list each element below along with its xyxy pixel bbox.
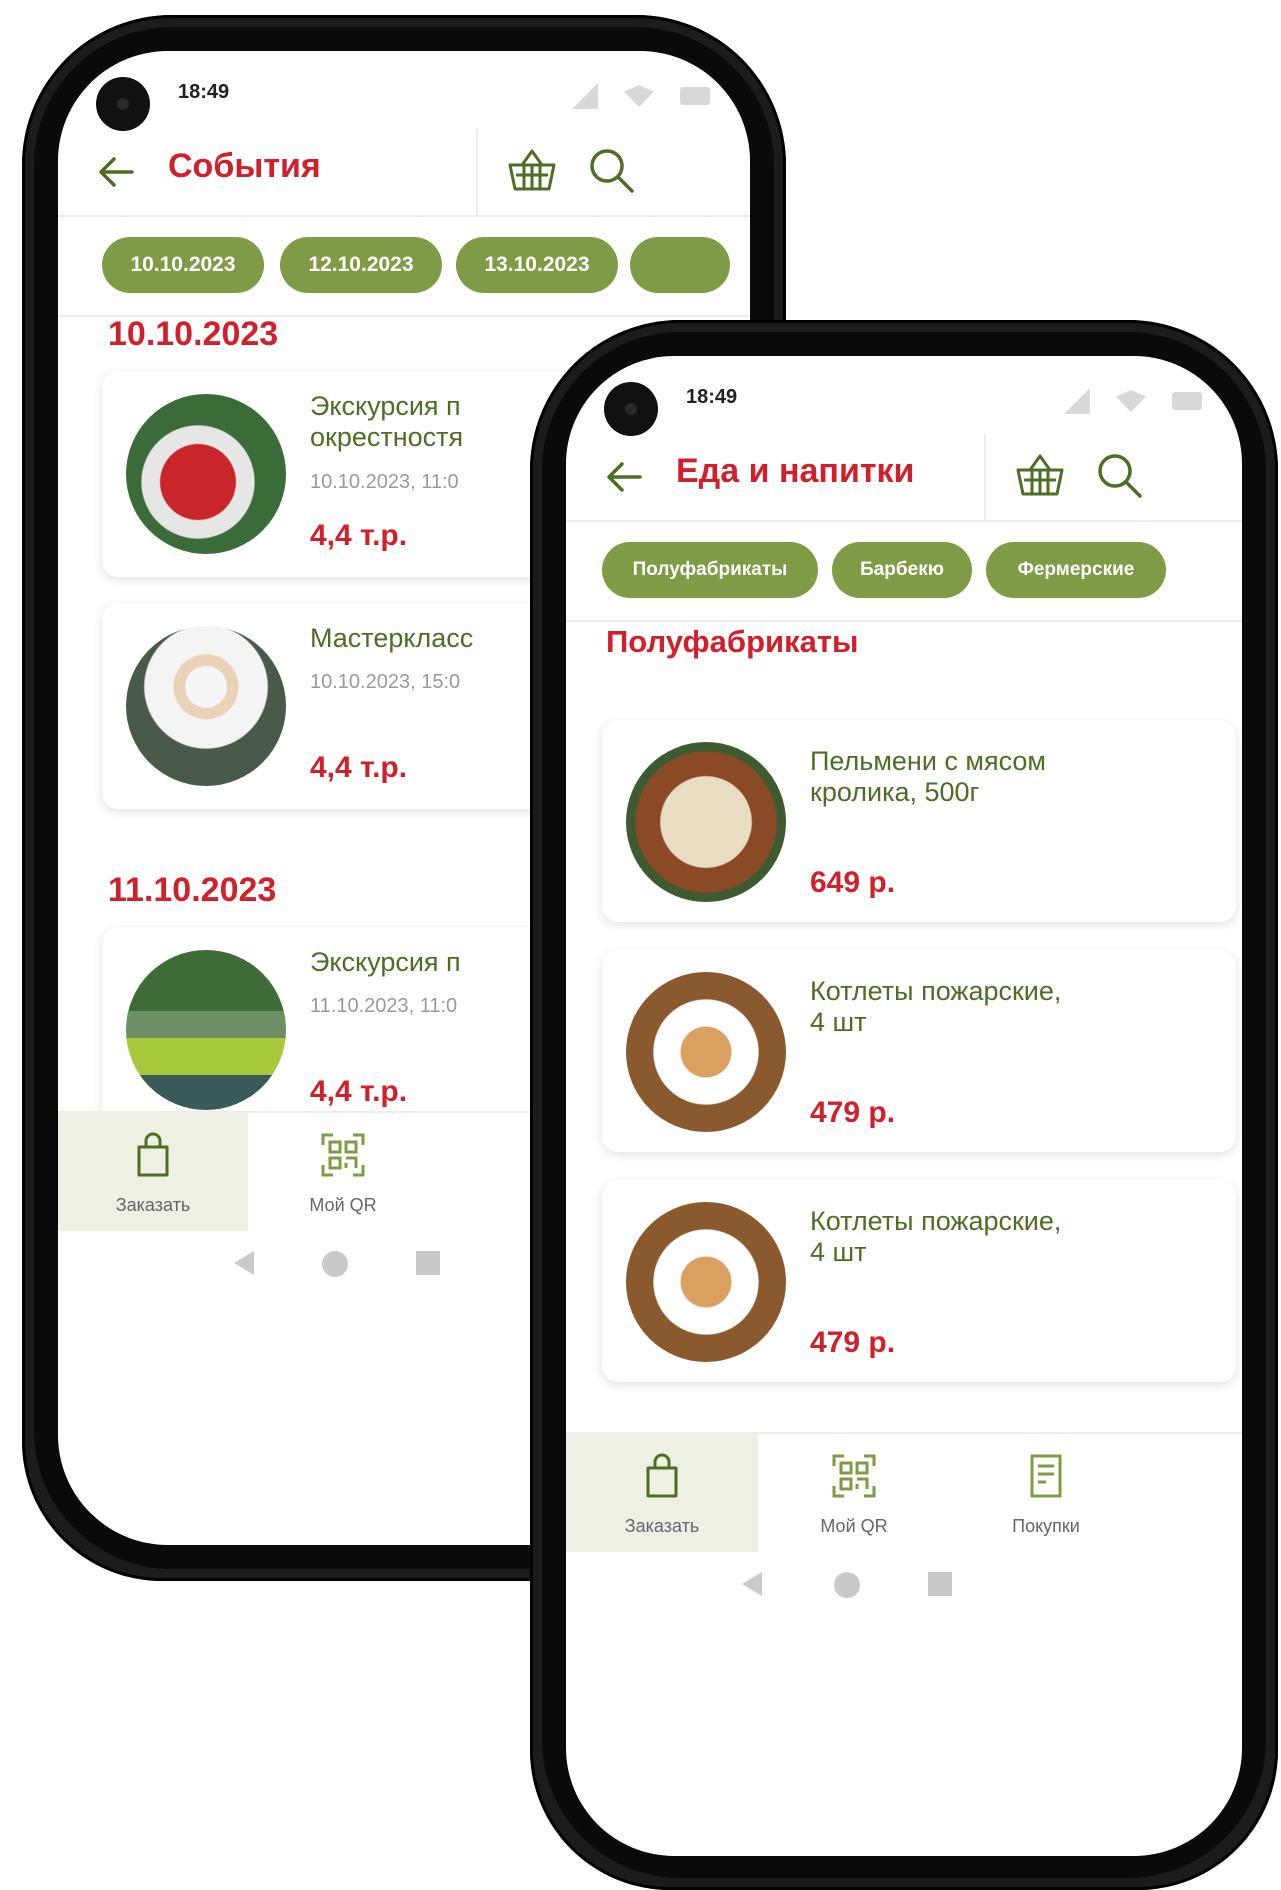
system-recents-icon[interactable]	[416, 1251, 440, 1275]
event-name: Экскурсия п окрестностя	[310, 391, 464, 452]
nav-order[interactable]: Заказать	[58, 1113, 248, 1231]
event-name: Мастеркласс	[310, 623, 474, 653]
nav-label: Заказать	[115, 1195, 191, 1215]
system-back-icon[interactable]	[234, 1251, 254, 1275]
back-arrow-icon[interactable]	[92, 147, 142, 197]
chip-category[interactable]: Фермерские	[986, 542, 1166, 598]
system-back-icon[interactable]	[742, 1572, 762, 1596]
event-thumbnail-bus	[126, 394, 286, 554]
product-thumbnail-dumplings	[626, 742, 786, 902]
system-navigation-bar	[566, 1552, 1242, 1616]
qr-code-icon	[321, 1133, 365, 1177]
event-datetime: 11.10.2023, 11:0	[310, 995, 458, 1017]
product-card[interactable]: Пельмени с мясом кролика, 500г 649 р.	[602, 720, 1236, 922]
front-camera	[96, 77, 150, 131]
nav-order[interactable]: Заказать	[566, 1434, 758, 1552]
shopping-bag-icon	[137, 1132, 169, 1177]
product-card[interactable]: Котлеты пожарские, 4 шт 479 р.	[602, 950, 1236, 1152]
event-price: 4,4 т.р.	[310, 519, 408, 552]
search-icon[interactable]	[1092, 448, 1148, 504]
app-bar: Еда и напитки	[566, 434, 1242, 522]
product-thumbnail-cutlets	[626, 972, 786, 1132]
event-thumbnail-kayak	[126, 950, 286, 1110]
section-date-heading: 10.10.2023	[108, 315, 279, 353]
product-price: 479 р.	[810, 1326, 896, 1359]
page-title: Еда и напитки	[676, 452, 915, 490]
nav-label: Мой QR	[309, 1195, 377, 1215]
section-category-heading: Полуфабрикаты	[606, 624, 859, 659]
front-camera	[604, 382, 658, 436]
chip-date[interactable]: 12.10.2023	[280, 237, 442, 293]
section-date-heading: 11.10.2023	[108, 871, 277, 909]
chip-date[interactable]: 10.10.2023	[102, 237, 264, 293]
qr-code-icon	[832, 1454, 876, 1498]
product-card[interactable]: Котлеты пожарские, 4 шт 479 р.	[602, 1180, 1236, 1382]
signal-icon	[1064, 388, 1090, 414]
event-price: 4,4 т.р.	[310, 1075, 408, 1108]
battery-icon	[1172, 392, 1202, 410]
system-recents-icon[interactable]	[928, 1572, 952, 1596]
page-title: События	[168, 147, 321, 185]
bottom-navigation: Заказать Мой QR Покупки	[566, 1432, 1242, 1552]
product-price: 479 р.	[810, 1096, 896, 1129]
basket-icon[interactable]	[1012, 448, 1068, 504]
status-time: 18:49	[178, 81, 230, 103]
nav-label: Заказать	[624, 1516, 700, 1536]
shopping-bag-icon	[646, 1453, 678, 1498]
product-thumbnail-cutlets	[626, 1202, 786, 1362]
product-price: 649 р.	[810, 866, 896, 899]
nav-my-qr[interactable]: Мой QR	[758, 1434, 950, 1552]
status-icons	[572, 83, 710, 109]
product-name: Котлеты пожарские, 4 шт	[810, 1206, 1062, 1267]
event-name: Экскурсия п	[310, 947, 461, 977]
nav-label: Покупки	[1012, 1516, 1080, 1536]
phone-food: 18:49 Еда и напитки Полуфабрикаты Барбек…	[530, 320, 1278, 1890]
wifi-icon	[1116, 390, 1146, 412]
signal-icon	[572, 83, 598, 109]
nav-purchases[interactable]: Покупки	[950, 1434, 1142, 1552]
event-datetime: 10.10.2023, 15:0	[310, 671, 461, 693]
event-thumbnail-chef	[126, 626, 286, 786]
product-name: Пельмени с мясом кролика, 500г	[810, 746, 1046, 807]
appbar-divider	[476, 129, 478, 215]
chip-date-partial[interactable]	[630, 237, 730, 293]
nav-my-qr[interactable]: Мой QR	[248, 1113, 438, 1231]
date-chip-row: 10.10.2023 12.10.2023 13.10.2023	[58, 221, 750, 317]
product-name: Котлеты пожарские, 4 шт	[810, 976, 1062, 1037]
chip-category[interactable]: Барбекю	[832, 542, 972, 598]
app-bar: События	[58, 129, 750, 217]
event-datetime: 10.10.2023, 11:0	[310, 471, 459, 493]
battery-icon	[680, 87, 710, 105]
basket-icon[interactable]	[504, 143, 560, 199]
appbar-divider	[984, 434, 986, 520]
search-icon[interactable]	[584, 143, 640, 199]
category-chip-row: Полуфабрикаты Барбекю Фермерские	[566, 526, 1242, 622]
receipt-icon	[1030, 1454, 1062, 1498]
status-icons	[1064, 388, 1202, 414]
nav-label: Мой QR	[820, 1516, 888, 1536]
chip-date[interactable]: 13.10.2023	[456, 237, 618, 293]
wifi-icon	[624, 85, 654, 107]
back-arrow-icon[interactable]	[600, 452, 650, 502]
chip-category[interactable]: Полуфабрикаты	[602, 542, 818, 598]
status-time: 18:49	[686, 386, 738, 408]
event-price: 4,4 т.р.	[310, 751, 408, 784]
system-home-icon[interactable]	[322, 1251, 348, 1277]
system-home-icon[interactable]	[834, 1572, 860, 1598]
food-screen: 18:49 Еда и напитки Полуфабрикаты Барбек…	[566, 356, 1242, 1856]
